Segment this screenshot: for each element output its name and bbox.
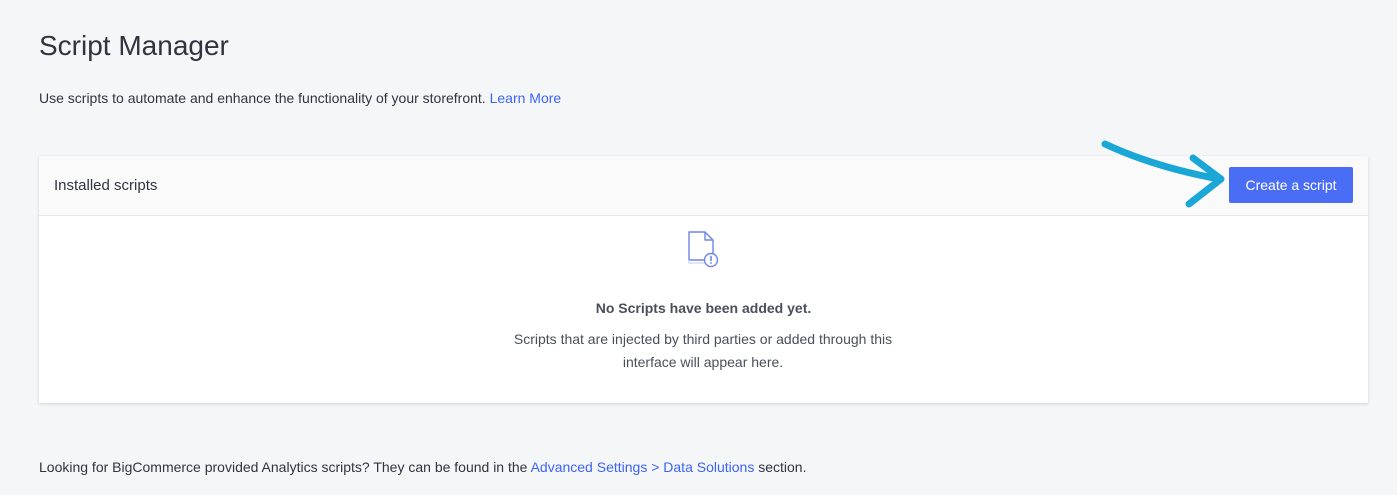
intro-description: Use scripts to automate and enhance the … [39, 90, 486, 106]
data-solutions-link[interactable]: Advanced Settings > Data Solutions [531, 459, 755, 475]
document-alert-icon [688, 231, 719, 268]
create-script-button[interactable]: Create a script [1229, 167, 1353, 203]
panel-header: Installed scripts Create a script [39, 156, 1368, 216]
intro-text: Use scripts to automate and enhance the … [39, 89, 561, 107]
empty-state-title: No Scripts have been added yet. [595, 300, 812, 316]
empty-state: No Scripts have been added yet. Scripts … [39, 216, 1368, 403]
installed-scripts-panel: Installed scripts Create a script No Scr… [39, 156, 1368, 403]
analytics-note: Looking for BigCommerce provided Analyti… [39, 458, 806, 476]
page-title: Script Manager [39, 30, 229, 61]
learn-more-link[interactable]: Learn More [490, 90, 562, 106]
analytics-note-text: Looking for BigCommerce provided Analyti… [39, 459, 528, 475]
panel-title: Installed scripts [54, 177, 158, 194]
analytics-note-suffix: section. [758, 459, 807, 475]
empty-state-description: Scripts that are injected by third parti… [513, 331, 893, 370]
